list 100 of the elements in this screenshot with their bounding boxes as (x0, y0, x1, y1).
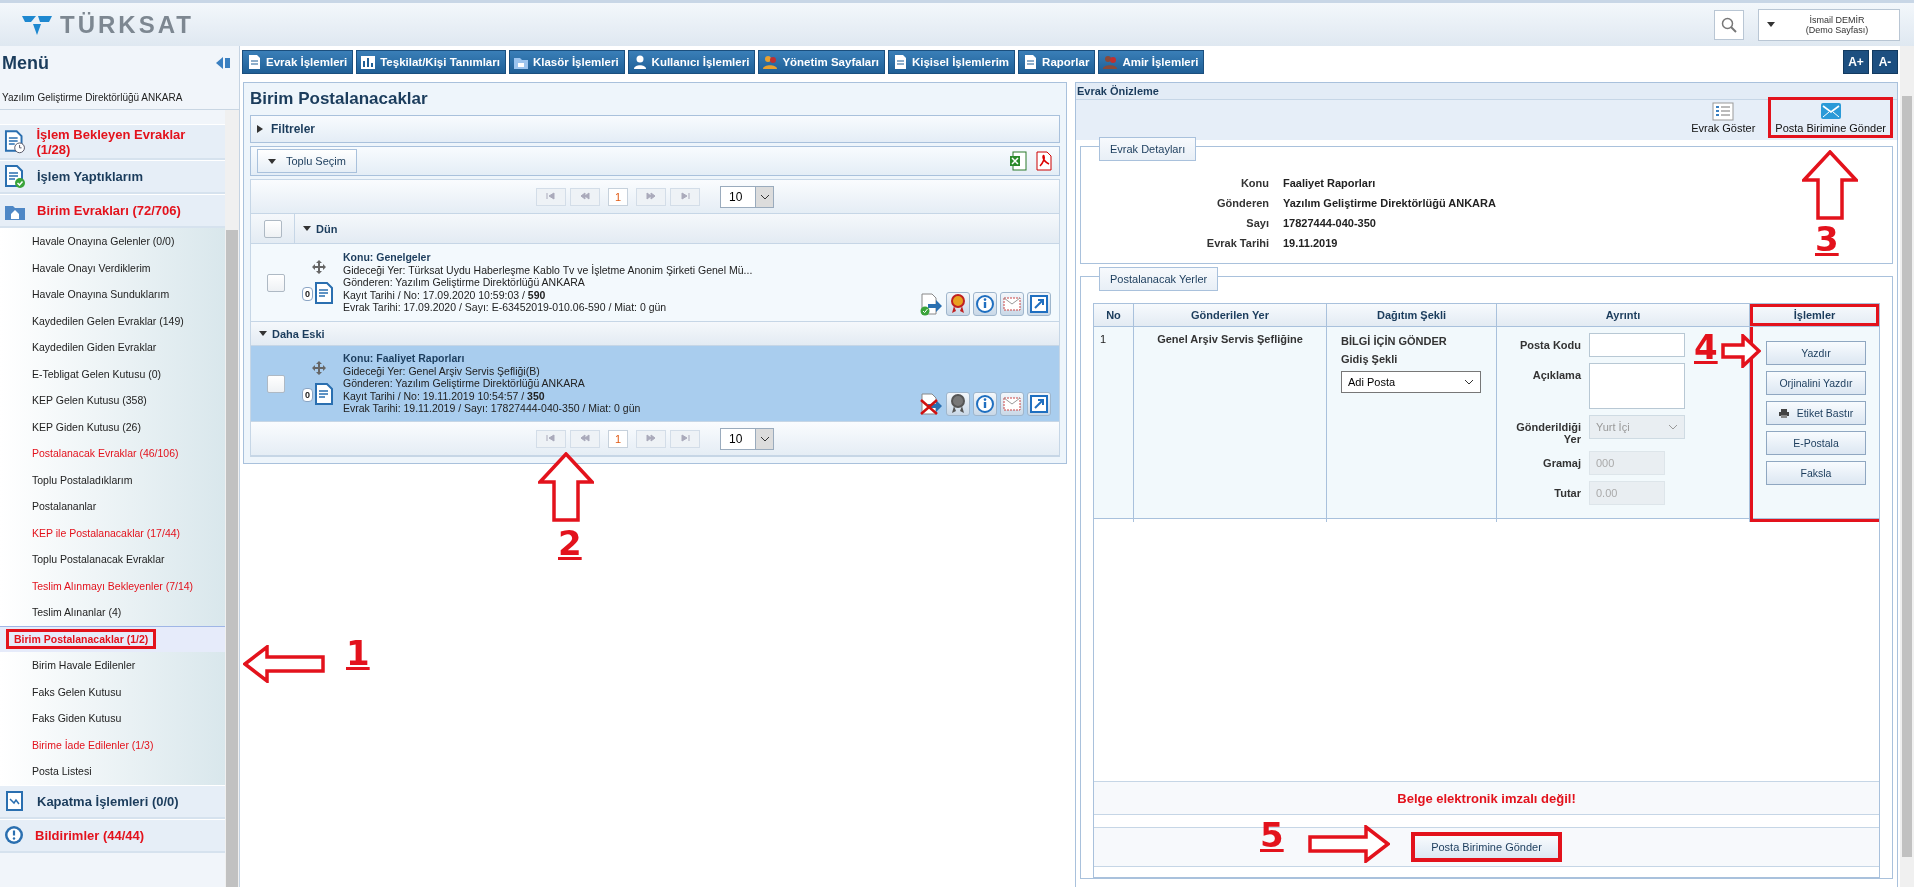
menu-item[interactable]: Birim Postalanacaklar (1/2) (0, 625, 226, 652)
menu-item[interactable]: Teslim Alınanlar (4) (0, 599, 226, 626)
action-button[interactable]: Yazdır (1766, 341, 1866, 365)
menu-section[interactable]: Birim Evrakları (72/706) (0, 194, 226, 228)
field-label: Açıklama (1531, 368, 1581, 381)
menu-item[interactable]: Birim Havale Edilenler (0, 652, 226, 679)
caret-icon (303, 226, 311, 231)
menu-item[interactable]: Kaydedilen Giden Evraklar (0, 334, 226, 361)
scrollbar[interactable] (225, 110, 239, 887)
font-decrease-button[interactable]: A- (1872, 50, 1898, 74)
menu-item[interactable]: Postalanacak Evraklar (46/106) (0, 440, 226, 467)
info-button[interactable] (973, 392, 997, 416)
pdf-icon[interactable] (1035, 151, 1053, 171)
expand-button[interactable] (1027, 392, 1051, 416)
annotation-number: 2 (558, 523, 582, 563)
record-row[interactable] (251, 346, 1059, 422)
detail-label: Sayı (1245, 217, 1269, 229)
menu-item[interactable]: Havale Onayı Verdiklerim (0, 254, 226, 281)
group-header[interactable]: Dün (295, 222, 346, 235)
search-icon (1721, 16, 1737, 33)
award-button[interactable] (946, 292, 970, 316)
menu-item[interactable]: Postalananlar (0, 493, 226, 520)
menu-tab[interactable]: Raporlar (1018, 50, 1096, 74)
checkbox[interactable] (267, 374, 285, 393)
record-row[interactable] (251, 244, 1059, 322)
menu-tab[interactable]: Kullanıcı İşlemleri (627, 50, 756, 74)
detail-label: Evrak Tarihi (1205, 237, 1269, 249)
chevron-down-icon (759, 435, 770, 442)
menu-item[interactable]: Birime İade Edilenler (1/3) (0, 731, 226, 758)
expand-icon (1030, 395, 1048, 413)
toolbar-button[interactable]: Evrak Göster (1684, 97, 1763, 138)
menu-item[interactable]: Faks Gelen Kutusu (0, 678, 226, 705)
annotation-number: 1 (346, 633, 370, 673)
menu-item[interactable]: Toplu Postaladıklarım (0, 466, 226, 493)
mail-button[interactable] (1000, 392, 1024, 416)
printer-icon (1778, 408, 1789, 418)
menu-item[interactable]: Havale Onayına Gelenler (0/0) (0, 228, 226, 255)
info-button[interactable] (973, 292, 997, 316)
select-all-checkbox[interactable] (263, 219, 282, 238)
expand-button[interactable] (1027, 292, 1051, 316)
action-button[interactable]: Etiket Bastır (1766, 401, 1866, 425)
menu-tab[interactable]: Yönetim Sayfaları (758, 50, 885, 74)
action-button[interactable]: Faksla (1766, 461, 1866, 485)
menu-section[interactable]: İşlem Yaptıklarım (0, 160, 226, 194)
menu-item[interactable]: Teslim Alınmayı Bekleyenler (7/14) (0, 572, 226, 599)
toolbar-button[interactable]: Posta Birimine Gönder (1768, 97, 1893, 138)
page-number[interactable]: 1 (608, 187, 628, 206)
column-header: İşlemler (1750, 304, 1879, 326)
action-button[interactable]: E-Postala (1766, 431, 1866, 455)
search-button[interactable] (1714, 9, 1744, 40)
field-label: Gönderildiği Yer (1515, 420, 1581, 445)
excel-icon[interactable] (1009, 151, 1027, 171)
page-size-select[interactable]: 10 (720, 427, 774, 450)
font-increase-button[interactable]: A+ (1843, 50, 1869, 74)
filters-toggle[interactable]: Filtreler (257, 122, 315, 136)
menu-tab[interactable]: Teşkilat/Kişi Tanımları (356, 50, 506, 74)
move-icon (312, 360, 326, 375)
menu-tab[interactable]: Kişisel İşlemlerim (887, 50, 1016, 74)
textarea-field[interactable] (1589, 363, 1685, 409)
section-legend: Postalanacak Yerler (1099, 267, 1219, 291)
menu-tab[interactable]: Amir İşlemleri (1098, 50, 1205, 74)
move-icon (312, 259, 326, 274)
group-header[interactable]: Daha Eski (251, 327, 333, 340)
input-field[interactable] (1589, 333, 1685, 357)
page-number[interactable]: 1 (608, 429, 628, 448)
menu-item[interactable]: E-Tebligat Gelen Kutusu (0) (0, 360, 226, 387)
menu-item[interactable]: Havale Onayına Sunduklarım (0, 281, 226, 308)
record-registry: Kayıt Tarihi / No: 19.11.2019 10:54:57 / 350 (343, 389, 546, 403)
route-select[interactable]: Adi Posta (1341, 371, 1481, 393)
document-add-icon (314, 382, 336, 407)
menu-item[interactable]: Faks Giden Kutusu (0, 705, 226, 732)
mail-button[interactable] (1000, 292, 1024, 316)
page-size-select[interactable]: 10 (720, 185, 774, 208)
menu-item[interactable]: KEP Giden Kutusu (26) (0, 413, 226, 440)
action-button[interactable]: Orjinalini Yazdır (1766, 371, 1866, 395)
detail-value: 19.11.2019 (1283, 237, 1338, 249)
menu-section[interactable]: İşlem Bekleyen Evraklar (1/28) (0, 124, 226, 160)
route-label: Gidiş Şekli (1341, 353, 1399, 365)
fast-forward-icon (646, 191, 656, 200)
cancel-send-icon[interactable] (919, 392, 943, 416)
record-subject: Konu: Faaliyet Raporları (343, 352, 466, 365)
bulk-select-button[interactable]: Toplu Seçim (257, 149, 357, 173)
menu-item[interactable]: Kaydedilen Gelen Evraklar (149) (0, 307, 226, 334)
user-menu[interactable]: İsmail DEMİR (Demo Sayfası) (1758, 8, 1900, 41)
collapse-icon[interactable] (215, 56, 231, 70)
chevron-down-icon (1668, 424, 1678, 430)
scrollbar[interactable] (1900, 46, 1914, 887)
menu-item[interactable]: KEP ile Postalanacaklar (17/44) (0, 519, 226, 546)
menu-section[interactable]: Kapatma İşlemleri (0/0) (0, 784, 226, 819)
menu-tab[interactable]: Evrak İşlemleri (242, 50, 354, 74)
menu-item[interactable]: KEP Gelen Kutusu (358) (0, 387, 226, 414)
menu-item[interactable]: Posta Listesi (0, 758, 226, 785)
menu-item[interactable]: Toplu Postalanacak Evraklar (0, 546, 226, 573)
award-button[interactable] (946, 392, 970, 416)
send-document-icon[interactable] (919, 292, 943, 316)
checkbox[interactable] (267, 273, 285, 292)
send-button[interactable]: Posta Birimine Gönder (1411, 832, 1562, 862)
menu-section[interactable]: Bildirimler (44/44) (0, 818, 226, 853)
envelope-icon (1819, 101, 1842, 121)
menu-tab[interactable]: Klasör İşlemleri (508, 50, 625, 74)
